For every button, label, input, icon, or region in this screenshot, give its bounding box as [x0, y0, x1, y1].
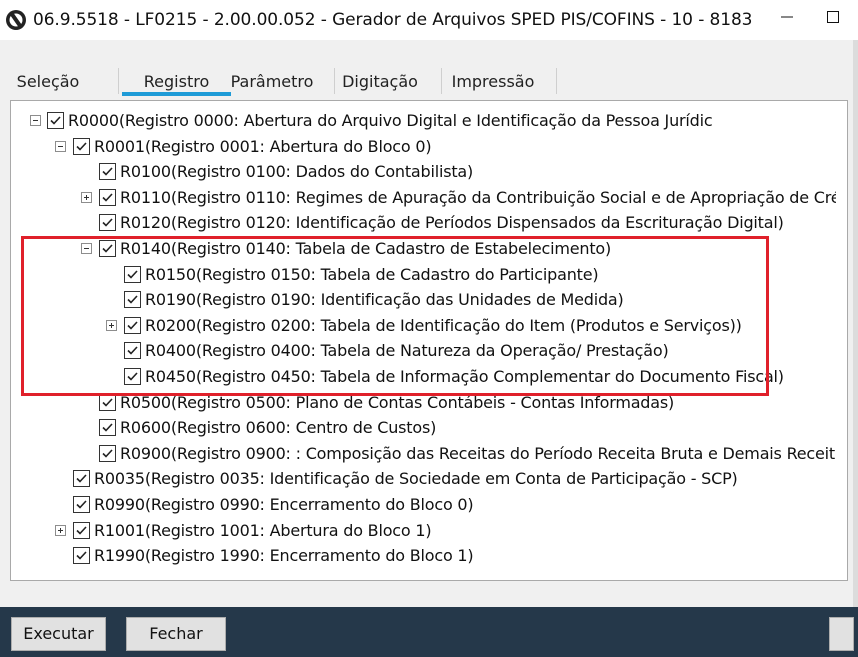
tree-node[interactable]: R1990(Registro 1990: Encerramento do Blo…	[0, 544, 840, 568]
tree-node-label: R1990(Registro 1990: Encerramento do Blo…	[94, 546, 474, 565]
checkbox[interactable]	[47, 112, 64, 129]
checkmark-icon	[76, 142, 87, 151]
checkbox[interactable]	[73, 522, 90, 539]
collapse-icon[interactable]	[55, 141, 66, 152]
active-tab-indicator	[122, 92, 231, 96]
tree-node-label: R0900(Registro 0900: : Composição das Re…	[120, 444, 836, 463]
tab-divider	[334, 68, 335, 94]
window-edge	[853, 40, 858, 607]
tab-divider	[118, 68, 119, 94]
tab-divider	[441, 68, 442, 94]
tab-parametro[interactable]: Parâmetro	[229, 64, 315, 98]
checkmark-icon	[102, 218, 113, 227]
checkbox[interactable]	[99, 445, 116, 462]
checkbox[interactable]	[73, 470, 90, 487]
checkmark-icon	[102, 167, 113, 176]
tree-node[interactable]: R0035(Registro 0035: Identificação de So…	[0, 467, 840, 491]
tab-impressao[interactable]: Impressão	[446, 64, 540, 98]
tab-divider	[556, 68, 557, 94]
app-logo-icon	[6, 10, 26, 30]
checkbox[interactable]	[99, 394, 116, 411]
tree-node[interactable]: R0990(Registro 0990: Encerramento do Blo…	[0, 493, 840, 517]
title-bar: 06.9.5518 - LF0215 - 2.00.00.052 - Gerad…	[0, 0, 858, 40]
expand-icon[interactable]	[55, 525, 66, 536]
tree-node-label: R0600(Registro 0600: Centro de Custos)	[120, 418, 437, 437]
window-title: 06.9.5518 - LF0215 - 2.00.00.052 - Gerad…	[33, 10, 753, 30]
tree-node[interactable]: R0100(Registro 0100: Dados do Contabilis…	[0, 160, 840, 184]
tree-node[interactable]: R1001(Registro 1001: Abertura do Bloco 1…	[0, 519, 840, 543]
checkmark-icon	[102, 193, 113, 202]
checkmark-icon	[102, 398, 113, 407]
checkbox[interactable]	[73, 138, 90, 155]
tree-node-label: R0120(Registro 0120: Identificação de Pe…	[120, 213, 784, 232]
checkmark-icon	[102, 449, 113, 458]
checkmark-icon	[76, 474, 87, 483]
highlight-box	[21, 236, 769, 396]
tree-node-label: R1001(Registro 1001: Abertura do Bloco 1…	[94, 521, 432, 540]
tree-node-label: R0001(Registro 0001: Abertura do Bloco 0…	[94, 137, 432, 156]
checkmark-icon	[102, 423, 113, 432]
tree-node-label: R0110(Registro 0110: Regimes de Apuração…	[120, 188, 836, 207]
tree-node-label: R0000(Registro 0000: Abertura do Arquivo…	[68, 111, 713, 130]
checkbox[interactable]	[99, 189, 116, 206]
tree-node[interactable]: R0600(Registro 0600: Centro de Custos)	[0, 416, 840, 440]
minimize-icon[interactable]	[780, 10, 794, 24]
tab-selecao[interactable]: Seleção	[5, 64, 91, 98]
checkmark-icon	[76, 551, 87, 560]
execute-button[interactable]: Executar	[11, 617, 106, 651]
tab-digitacao[interactable]: Digitação	[338, 64, 422, 98]
checkbox[interactable]	[99, 214, 116, 231]
checkmark-icon	[76, 500, 87, 509]
maximize-icon[interactable]	[826, 10, 840, 24]
checkmark-icon	[76, 526, 87, 535]
expand-icon[interactable]	[81, 192, 92, 203]
checkbox[interactable]	[73, 547, 90, 564]
checkbox[interactable]	[99, 419, 116, 436]
close-button[interactable]: Fechar	[126, 617, 226, 651]
collapse-icon[interactable]	[30, 115, 41, 126]
tree-node[interactable]: R0900(Registro 0900: : Composição das Re…	[0, 442, 840, 466]
tree-node[interactable]: R0110(Registro 0110: Regimes de Apuração…	[0, 186, 840, 210]
checkbox[interactable]	[73, 496, 90, 513]
tree-node-label: R0035(Registro 0035: Identificação de So…	[94, 469, 738, 488]
tree-node[interactable]: R0001(Registro 0001: Abertura do Bloco 0…	[0, 135, 840, 159]
checkbox[interactable]	[99, 163, 116, 180]
checkmark-icon	[50, 116, 61, 125]
tree-node[interactable]: R0000(Registro 0000: Abertura do Arquivo…	[0, 109, 840, 133]
footer-right-button[interactable]	[829, 617, 854, 651]
tree-node-label: R0990(Registro 0990: Encerramento do Blo…	[94, 495, 474, 514]
tree-node[interactable]: R0120(Registro 0120: Identificação de Pe…	[0, 211, 840, 235]
tree-node-label: R0100(Registro 0100: Dados do Contabilis…	[120, 162, 474, 181]
